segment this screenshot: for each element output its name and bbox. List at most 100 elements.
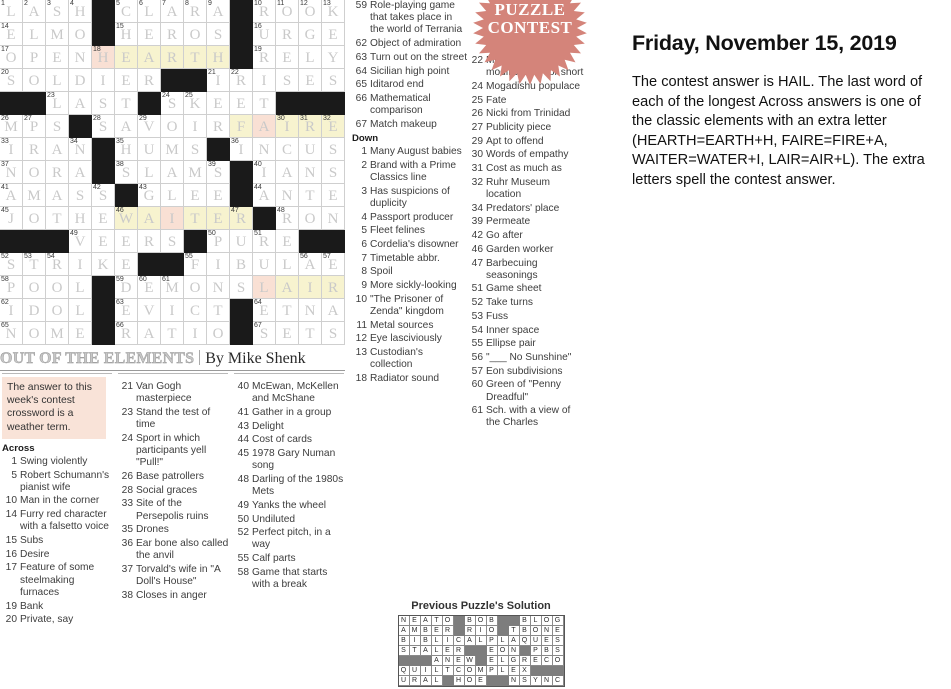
grid-cell[interactable]: 12 O xyxy=(299,0,322,23)
across-clue[interactable]: 44 Cost of cards xyxy=(234,434,346,446)
grid-cell[interactable]: L xyxy=(138,161,161,184)
across-clue[interactable]: 43 Delight xyxy=(234,421,346,433)
across-clue[interactable]: 35 Drones xyxy=(118,524,230,536)
grid-cell[interactable]: O xyxy=(161,115,184,138)
grid-cell[interactable]: 24 S xyxy=(161,92,184,115)
down-clue[interactable]: 51 Game sheet xyxy=(468,283,586,295)
grid-cell[interactable]: L xyxy=(276,253,299,276)
grid-cell[interactable]: 13 K xyxy=(322,0,345,23)
grid-cell[interactable]: S xyxy=(276,69,299,92)
grid-cell[interactable]: O xyxy=(69,23,92,46)
across-clue[interactable]: 59 Role-playing game that takes place in … xyxy=(352,0,468,37)
down-clue[interactable]: 4 Passport producer xyxy=(352,212,468,224)
grid-cell[interactable]: B xyxy=(230,253,253,276)
grid-cell[interactable]: 19 R xyxy=(253,46,276,69)
grid-cell[interactable]: 47 R xyxy=(230,207,253,230)
grid-cell[interactable]: I xyxy=(299,276,322,299)
grid-cell[interactable]: R xyxy=(23,138,46,161)
grid-cell[interactable]: 23 L xyxy=(46,92,69,115)
grid-cell[interactable]: O xyxy=(207,322,230,345)
grid-cell[interactable]: L xyxy=(46,69,69,92)
grid-cell[interactable]: 52 S xyxy=(0,253,23,276)
across-clue[interactable]: 38 Closes in anger xyxy=(118,590,230,602)
grid-cell[interactable]: A xyxy=(161,161,184,184)
across-clue[interactable]: 52 Perfect pitch, in a way xyxy=(234,527,346,551)
grid-cell[interactable]: T xyxy=(46,207,69,230)
grid-cell[interactable]: 55 F xyxy=(184,253,207,276)
grid-cell[interactable]: N xyxy=(276,184,299,207)
grid-cell[interactable]: S xyxy=(322,69,345,92)
grid-cell[interactable]: A xyxy=(46,138,69,161)
grid-cell[interactable]: E xyxy=(69,322,92,345)
grid-cell[interactable]: L xyxy=(69,299,92,322)
grid-cell[interactable]: 18 H xyxy=(92,46,115,69)
grid-cell[interactable]: E xyxy=(322,23,345,46)
grid-cell[interactable]: S xyxy=(230,276,253,299)
grid-cell[interactable]: 6L xyxy=(138,0,161,23)
grid-cell[interactable]: S xyxy=(161,230,184,253)
grid-cell[interactable]: T xyxy=(184,207,207,230)
grid-cell[interactable]: 10 R xyxy=(253,0,276,23)
grid-cell[interactable]: 36 I xyxy=(230,138,253,161)
grid-cell[interactable]: S xyxy=(46,115,69,138)
down-clue[interactable]: 1 Many August babies xyxy=(352,146,468,158)
grid-cell[interactable]: L xyxy=(161,184,184,207)
grid-cell[interactable]: D xyxy=(23,299,46,322)
grid-cell[interactable]: 46 W xyxy=(115,207,138,230)
grid-cell[interactable]: O xyxy=(23,161,46,184)
grid-cell[interactable]: 41 A xyxy=(0,184,23,207)
across-clue[interactable]: 17 Feature of some steelmaking furnaces xyxy=(2,562,114,599)
grid-cell[interactable]: 39 S xyxy=(207,161,230,184)
grid-cell[interactable]: 34 N xyxy=(69,138,92,161)
grid-cell[interactable]: L xyxy=(253,276,276,299)
grid-cell[interactable]: I xyxy=(69,253,92,276)
down-clue[interactable]: 2 Brand with a Prime Classics line xyxy=(352,160,468,184)
grid-cell[interactable]: 62 I xyxy=(0,299,23,322)
grid-cell[interactable]: 4H xyxy=(69,0,92,23)
grid-cell[interactable]: 40 I xyxy=(253,161,276,184)
grid-cell[interactable]: M xyxy=(23,184,46,207)
grid-cell[interactable]: E xyxy=(46,46,69,69)
down-clue[interactable]: 53 Fuss xyxy=(468,311,586,323)
grid-cell[interactable]: S xyxy=(322,322,345,345)
grid-cell[interactable]: 58 P xyxy=(0,276,23,299)
grid-cell[interactable]: H xyxy=(207,46,230,69)
grid-cell[interactable]: 7A xyxy=(161,0,184,23)
down-clue[interactable]: 5 Fleet felines xyxy=(352,225,468,237)
grid-cell[interactable]: T xyxy=(207,299,230,322)
grid-cell[interactable]: A xyxy=(138,46,161,69)
grid-cell[interactable]: U xyxy=(138,138,161,161)
grid-cell[interactable]: A xyxy=(276,161,299,184)
grid-cell[interactable]: I xyxy=(184,322,207,345)
grid-cell[interactable]: 48 R xyxy=(276,207,299,230)
grid-cell[interactable]: O xyxy=(23,207,46,230)
grid-cell[interactable]: T xyxy=(161,322,184,345)
grid-cell[interactable]: E xyxy=(92,207,115,230)
grid-cell[interactable]: 2A xyxy=(23,0,46,23)
grid-cell[interactable]: G xyxy=(299,23,322,46)
grid-cell[interactable]: T xyxy=(299,322,322,345)
across-clue[interactable]: 16 Desire xyxy=(2,549,114,561)
across-clue[interactable]: 37 Torvald's wife in "A Doll's House" xyxy=(118,564,230,588)
grid-cell[interactable]: 9A xyxy=(207,0,230,23)
grid-cell[interactable]: 60 E xyxy=(138,276,161,299)
grid-cell[interactable]: E xyxy=(138,23,161,46)
grid-cell[interactable]: R xyxy=(276,23,299,46)
grid-cell[interactable]: 27 P xyxy=(23,115,46,138)
grid-cell[interactable]: 66 R xyxy=(115,322,138,345)
grid-cell[interactable]: A xyxy=(115,115,138,138)
grid-cell[interactable]: A xyxy=(46,184,69,207)
grid-cell[interactable]: 5C xyxy=(115,0,138,23)
grid-cell[interactable]: K xyxy=(92,253,115,276)
down-clue[interactable]: 11 Metal sources xyxy=(352,320,468,332)
down-clue[interactable]: 42 Go after xyxy=(468,230,586,242)
grid-cell[interactable]: E xyxy=(184,184,207,207)
down-clue[interactable]: 47 Barbecuing seasonings xyxy=(468,258,586,282)
grid-cell[interactable]: E xyxy=(276,230,299,253)
down-clue[interactable]: 60 Green of "Penny Dreadful" xyxy=(468,379,586,403)
grid-cell[interactable]: 65 N xyxy=(0,322,23,345)
grid-cell[interactable]: O xyxy=(299,207,322,230)
grid-cell[interactable]: R xyxy=(161,23,184,46)
grid-cell[interactable]: S xyxy=(92,92,115,115)
grid-cell[interactable]: I xyxy=(161,299,184,322)
